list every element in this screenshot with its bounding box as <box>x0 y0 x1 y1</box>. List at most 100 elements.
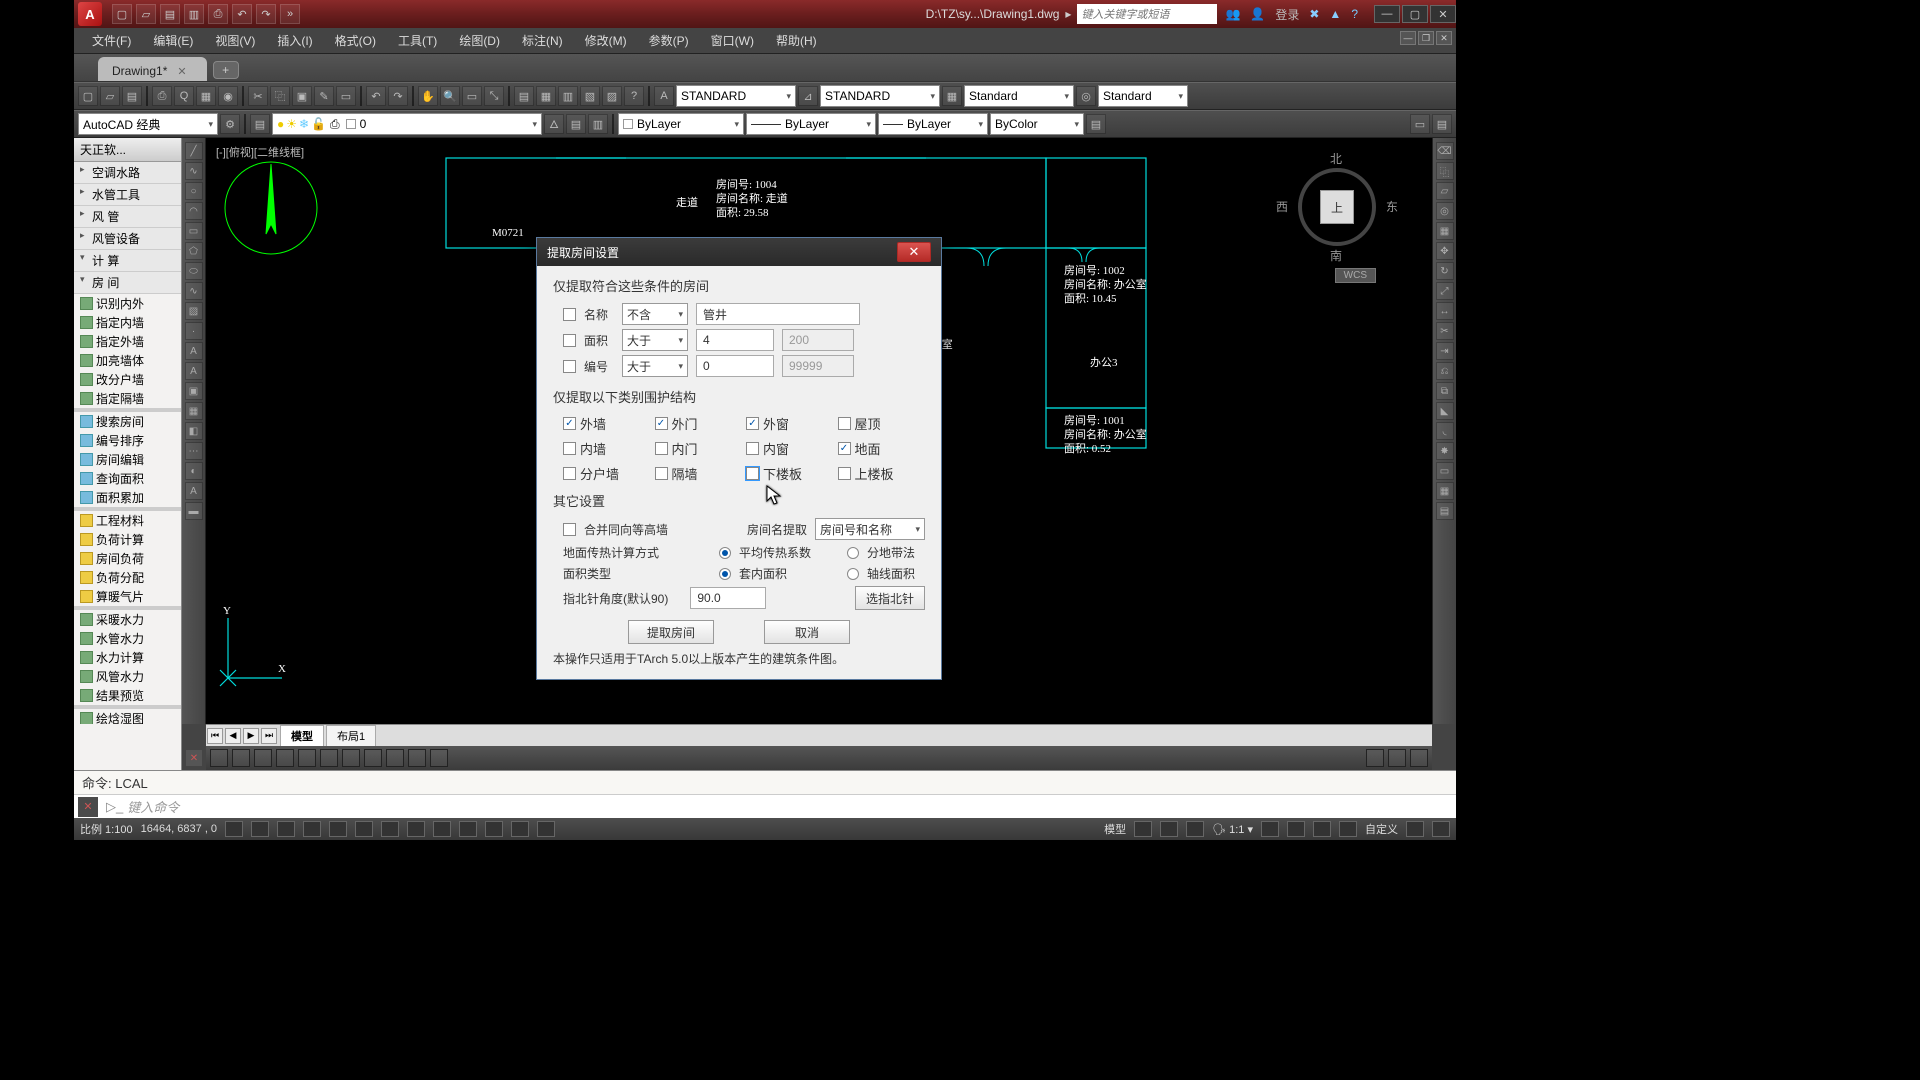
sb-r5[interactable] <box>1287 821 1305 837</box>
viewcube-n[interactable]: 北 <box>1330 150 1342 167</box>
tab-model[interactable]: 模型 <box>280 725 324 747</box>
menu-edit[interactable]: 编辑(E) <box>143 29 203 52</box>
menu-help[interactable]: 帮助(H) <box>766 29 827 52</box>
menu-insert[interactable]: 插入(I) <box>267 29 322 52</box>
sel-name-op[interactable]: 不含 <box>622 303 688 325</box>
ortho-toggle[interactable] <box>277 821 295 837</box>
login-link[interactable]: 登录 <box>1275 6 1299 23</box>
qp-toggle[interactable] <box>511 821 529 837</box>
tb-match-icon[interactable]: ✎ <box>314 86 334 106</box>
dialog-close-button[interactable]: ✕ <box>897 242 931 262</box>
mleaderstyle-dropdown[interactable]: Standard▾ <box>1098 85 1188 107</box>
lineweight-dropdown[interactable]: ByLayer▾ <box>878 113 988 135</box>
m2-icon[interactable]: ▦ <box>1436 482 1454 500</box>
region-icon[interactable]: ◧ <box>185 422 203 440</box>
tb-zoomp-icon[interactable]: ⤡ <box>484 86 504 106</box>
si-r2[interactable] <box>1388 749 1406 767</box>
palette-grp-room[interactable]: 房 间 <box>74 272 181 294</box>
tb-new-icon[interactable]: ▢ <box>78 86 98 106</box>
chk-outwin[interactable] <box>746 417 759 430</box>
tb-props-icon[interactable]: ▤ <box>514 86 534 106</box>
sb-r8[interactable] <box>1406 821 1424 837</box>
menu-file[interactable]: 文件(F) <box>82 29 141 52</box>
extract-button[interactable]: 提取房间 <box>628 620 714 644</box>
palette-item[interactable]: 识别内外 <box>74 294 181 313</box>
tb-preview-icon[interactable]: Q <box>174 86 194 106</box>
menu-tools[interactable]: 工具(T) <box>388 29 447 52</box>
palette-item[interactable]: 结果预览 <box>74 686 181 705</box>
help-search-input[interactable]: 键入关键字或短语 <box>1077 4 1217 24</box>
m3-icon[interactable]: ▤ <box>1436 502 1454 520</box>
dyn-toggle[interactable] <box>433 821 451 837</box>
input-area-lo[interactable]: 4 <box>696 329 774 351</box>
tb-zoom-icon[interactable]: 🔍 <box>440 86 460 106</box>
palette-item[interactable]: 编号排序 <box>74 431 181 450</box>
saveas-icon[interactable]: ▥ <box>184 4 204 24</box>
dimstyle-dropdown[interactable]: STANDARD▾ <box>820 85 940 107</box>
pick-north-button[interactable]: 选指北针 <box>855 586 925 610</box>
tb-plot-icon[interactable]: ⎙ <box>152 86 172 106</box>
linetype-dropdown[interactable]: ByLayer▾ <box>746 113 876 135</box>
stretch-icon[interactable]: ↔ <box>1436 302 1454 320</box>
si-5[interactable] <box>298 749 316 767</box>
pline-icon[interactable]: ∿ <box>185 162 203 180</box>
rdo-area-axis[interactable] <box>847 568 859 580</box>
spline-icon[interactable]: ∿ <box>185 282 203 300</box>
tb-dc-icon[interactable]: ▦ <box>536 86 556 106</box>
sb-r1[interactable] <box>1134 821 1152 837</box>
mdi-min-button[interactable]: — <box>1400 31 1416 45</box>
viewcube-e[interactable]: 东 <box>1386 198 1398 215</box>
menu-draw[interactable]: 绘图(D) <box>449 29 510 52</box>
point-icon[interactable]: · <box>185 322 203 340</box>
input-num-lo[interactable]: 0 <box>696 355 774 377</box>
undo-icon[interactable]: ↶ <box>232 4 252 24</box>
si-r1[interactable] <box>1366 749 1384 767</box>
tab-last-icon[interactable]: ⏭ <box>261 728 277 744</box>
palette-item[interactable]: 加亮墙体 <box>74 351 181 370</box>
maximize-button[interactable]: ▢ <box>1402 5 1428 23</box>
tb-tbs-icon[interactable]: ▦ <box>942 86 962 106</box>
infocenter-icon[interactable]: 👥 <box>1225 7 1240 21</box>
si-2[interactable] <box>232 749 250 767</box>
dialog-title-bar[interactable]: 提取房间设置 ✕ <box>537 238 941 266</box>
rdo-heat-avg[interactable] <box>719 547 731 559</box>
palette-item[interactable]: 面积累加 <box>74 488 181 507</box>
viewcube-top[interactable]: 上 <box>1320 190 1354 224</box>
chk-floorbelow[interactable] <box>746 467 759 480</box>
redo-icon[interactable]: ↷ <box>256 4 276 24</box>
palette-item[interactable]: 查询面积 <box>74 469 181 488</box>
tab-drawing1[interactable]: Drawing1* ✕ <box>98 57 207 81</box>
offset-icon[interactable]: ◎ <box>1436 202 1454 220</box>
menu-param[interactable]: 参数(P) <box>639 29 699 52</box>
sel-num-op[interactable]: 大于 <box>622 355 688 377</box>
palette-item[interactable]: 水力计算 <box>74 648 181 667</box>
plotstyle-dropdown[interactable]: ByColor▾ <box>990 113 1084 135</box>
mdi-restore-button[interactable]: ❐ <box>1418 31 1434 45</box>
chk-inwall[interactable] <box>563 442 576 455</box>
sel-area-op[interactable]: 大于 <box>622 329 688 351</box>
tb-end2-icon[interactable]: ▤ <box>1432 114 1452 134</box>
sb-r7[interactable] <box>1339 821 1357 837</box>
exchange-icon[interactable]: ✖ <box>1309 7 1319 21</box>
tb-pan-icon[interactable]: ✋ <box>418 86 438 106</box>
chk-ground[interactable] <box>838 442 851 455</box>
tb-3ddwf-icon[interactable]: ◉ <box>218 86 238 106</box>
tab-next-icon[interactable]: ▶ <box>243 728 259 744</box>
chk-partwall[interactable] <box>563 467 576 480</box>
chk-roof[interactable] <box>838 417 851 430</box>
path-arrow-icon[interactable]: ▸ <box>1065 7 1071 21</box>
poly-icon[interactable]: ⬠ <box>185 242 203 260</box>
tb-ssm-icon[interactable]: ▧ <box>580 86 600 106</box>
chk-partition[interactable] <box>655 467 668 480</box>
tb-redo2-icon[interactable]: ↷ <box>388 86 408 106</box>
otrack-toggle[interactable] <box>381 821 399 837</box>
m1-icon[interactable]: ▭ <box>1436 462 1454 480</box>
color-dropdown[interactable]: ByLayer▾ <box>618 113 744 135</box>
rdo-heat-zone[interactable] <box>847 547 859 559</box>
tb-paste-icon[interactable]: ▣ <box>292 86 312 106</box>
viewcube-s[interactable]: 南 <box>1330 247 1342 264</box>
tab-close-icon[interactable]: ✕ <box>177 65 186 78</box>
textstyle-dropdown[interactable]: STANDARD▾ <box>676 85 796 107</box>
chamfer-icon[interactable]: ◣ <box>1436 402 1454 420</box>
menu-window[interactable]: 窗口(W) <box>701 29 764 52</box>
